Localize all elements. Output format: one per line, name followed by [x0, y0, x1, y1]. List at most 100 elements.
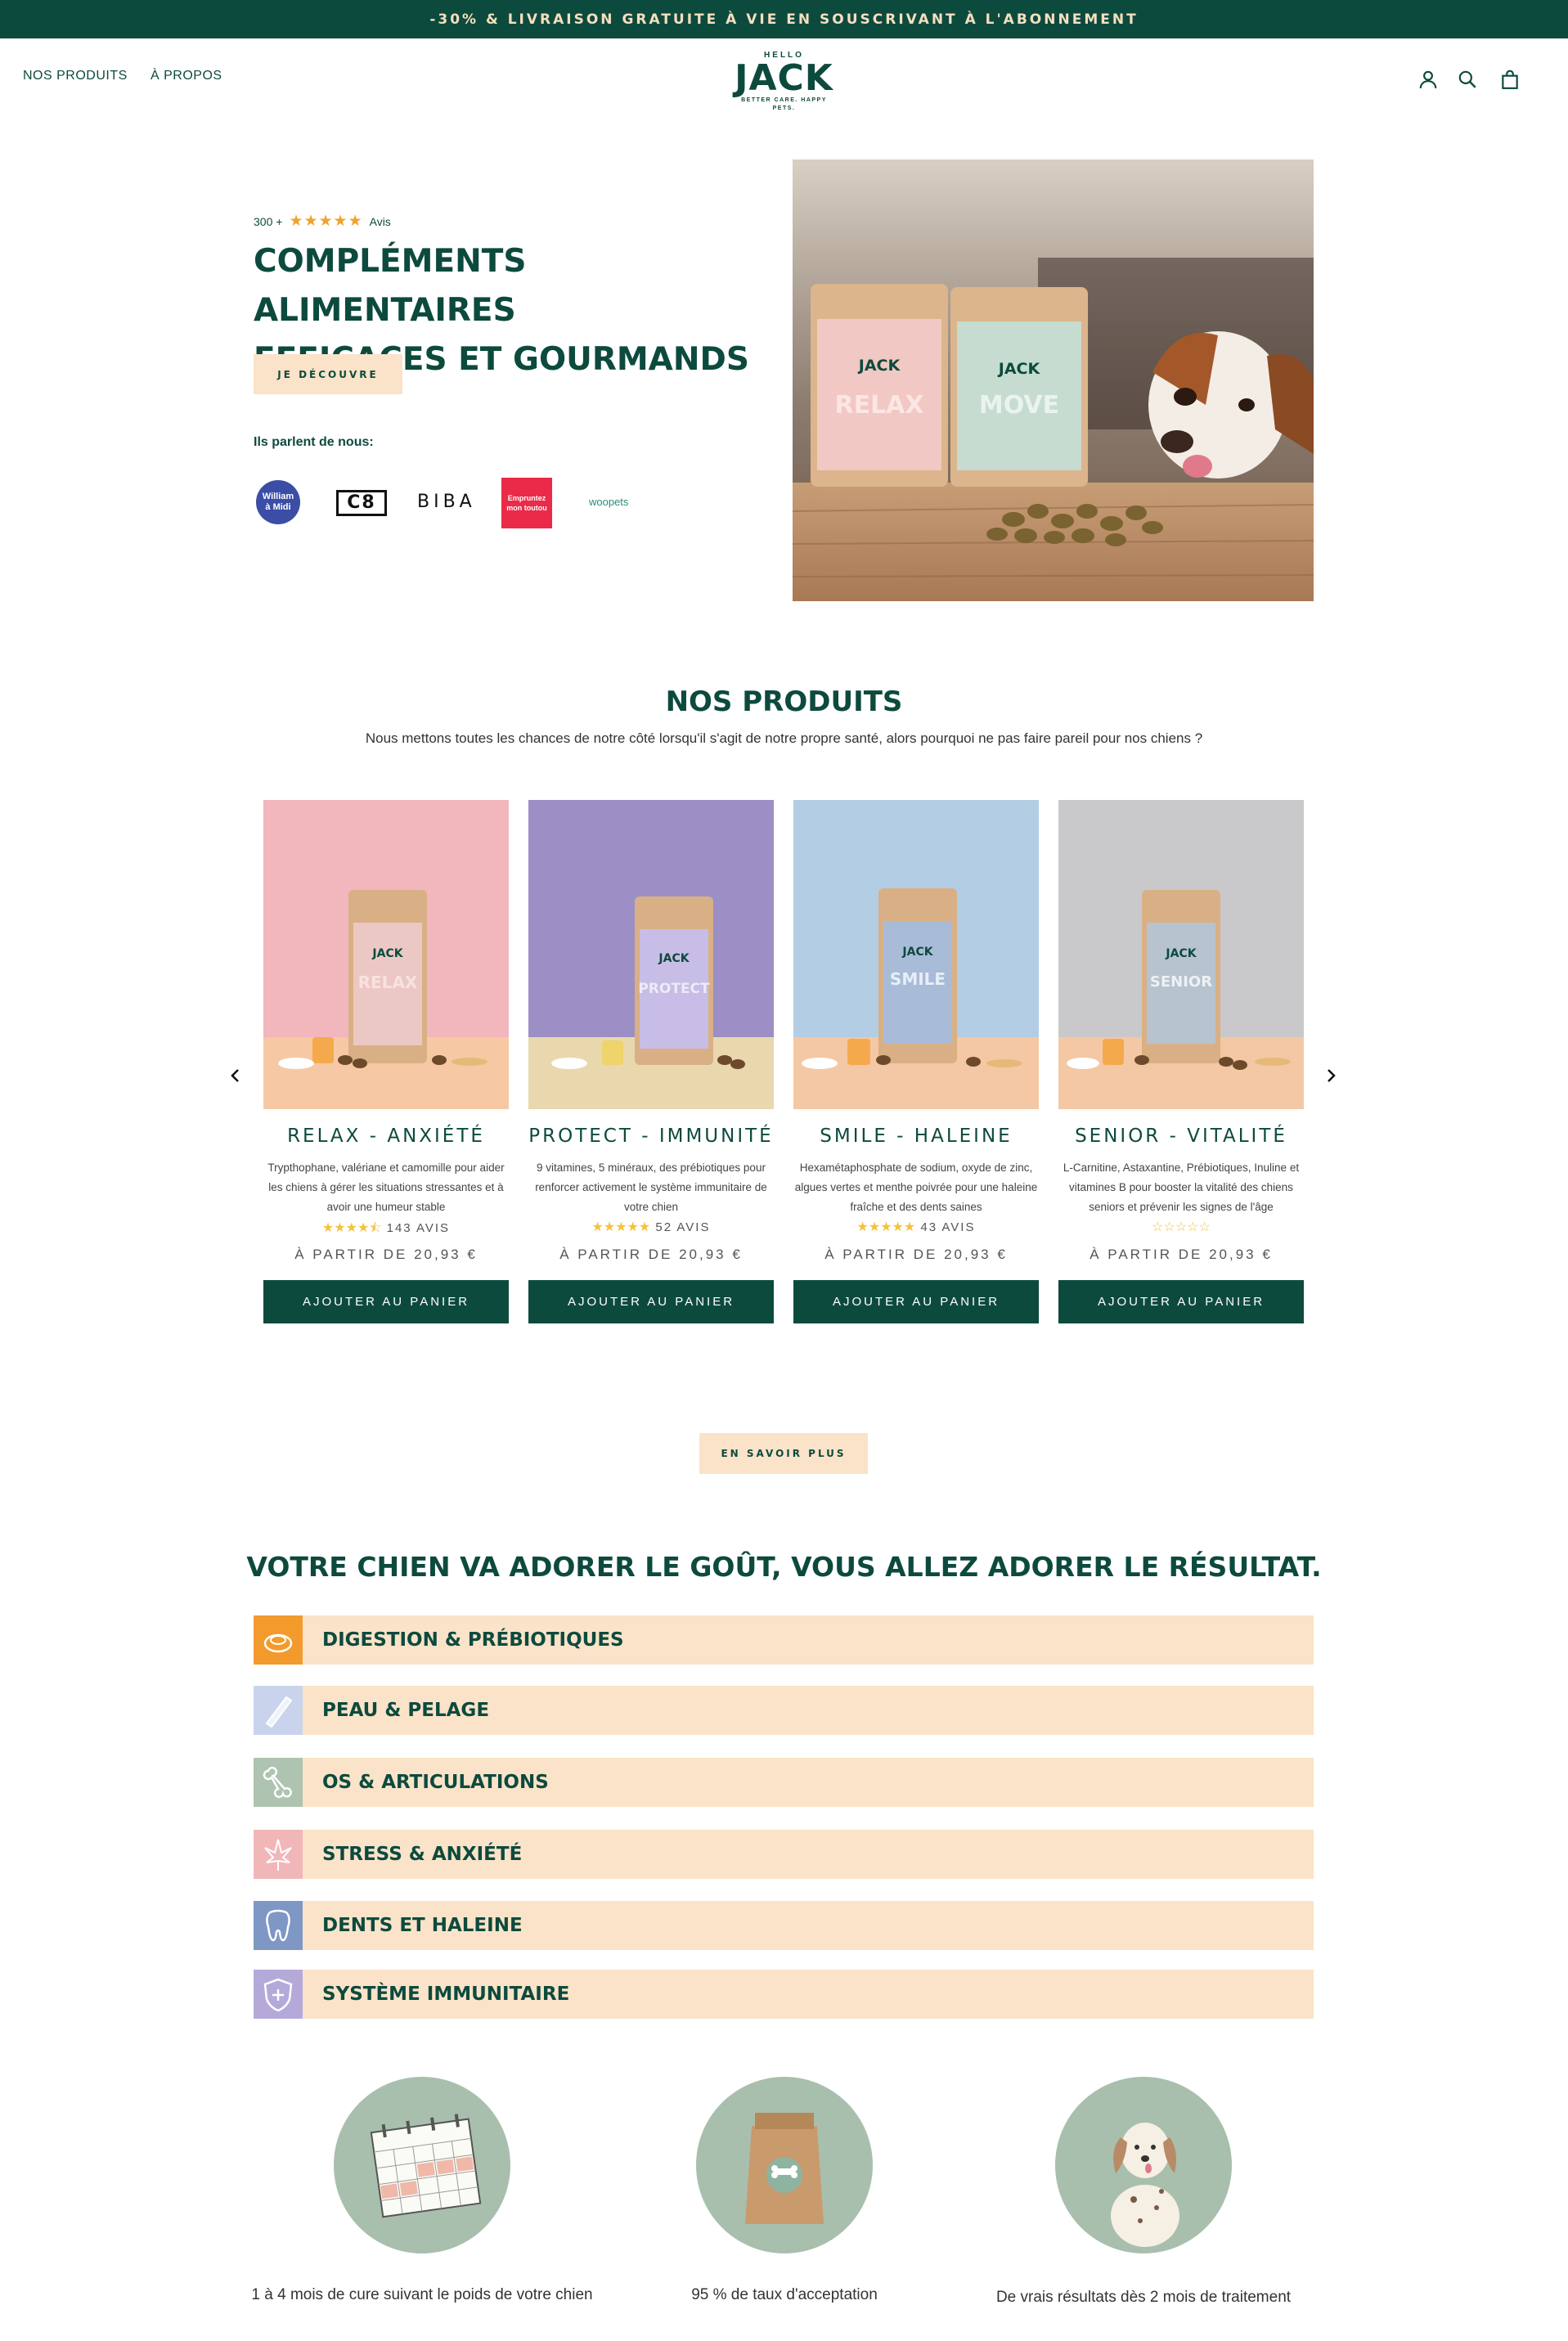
benefits-title: VOTRE CHIEN VA ADORER LE GOÛT, VOUS ALLE…: [246, 1551, 1322, 1583]
product-rating: ★★★★⯪ 143 AVIS: [263, 1219, 509, 1241]
benefit-label: DENTS ET HALEINE: [322, 1915, 523, 1936]
carousel-prev-arrow[interactable]: [227, 1066, 244, 1085]
add-to-cart-button[interactable]: AJOUTER AU PANIER: [528, 1280, 774, 1323]
product-image-protect[interactable]: JACK PROTECT: [528, 800, 774, 1109]
card3-pack-brand: JACK: [901, 946, 933, 959]
product-reviews: 52 AVIS: [655, 1220, 711, 1234]
hero-image: JACK RELAX JACK MOVE: [793, 160, 1314, 601]
product-stars: ★★★★★: [856, 1220, 916, 1234]
pack-brand-2: JACK: [997, 360, 1041, 378]
cart-icon[interactable]: [1499, 69, 1521, 90]
card2-pack-brand: JACK: [658, 952, 690, 965]
card4-pack-label: SENIOR: [1150, 973, 1212, 991]
benefit-label: DIGESTION & PRÉBIOTIQUES: [322, 1629, 624, 1651]
benefit-bones[interactable]: OS & ARTICULATIONS: [254, 1758, 1314, 1807]
press-logo-woopets[interactable]: woopets: [589, 496, 628, 508]
calendar-icon: [370, 2114, 482, 2218]
press-eg-line2: mon toutou: [506, 504, 547, 512]
product-rating: ☆☆☆☆☆: [1058, 1219, 1304, 1235]
product-image-senior[interactable]: JACK SENIOR: [1058, 800, 1304, 1109]
product-reviews: 43 AVIS: [920, 1220, 976, 1234]
learn-more-button[interactable]: EN SAVOIR PLUS: [699, 1433, 868, 1474]
add-to-cart-button[interactable]: AJOUTER AU PANIER: [1058, 1280, 1304, 1323]
stat-calendar-circle: [334, 2077, 510, 2253]
benefit-stress[interactable]: STRESS & ANXIÉTÉ: [254, 1830, 1314, 1879]
carousel-next-arrow[interactable]: [1323, 1066, 1339, 1085]
product-rating: ★★★★★ 52 AVIS: [528, 1219, 774, 1235]
pack-label-relax: RELAX: [834, 391, 923, 420]
product-card-senior[interactable]: JACK SENIOR SENIOR - VITALITÉ L-Carnitin…: [1058, 800, 1304, 1323]
dog-icon: [1111, 2123, 1179, 2247]
product-desc: Hexamétaphosphate de sodium, oxyde de zi…: [794, 1162, 1038, 1213]
bone-icon: [254, 1758, 303, 1807]
announcement-text: -30% & LIVRAISON GRATUITE À VIE EN SOUSC…: [429, 11, 1139, 28]
nav-about[interactable]: À PROPOS: [151, 69, 222, 83]
bag-icon: [745, 2113, 824, 2224]
logo-name: JACK: [735, 57, 833, 99]
tooth-icon: [254, 1901, 303, 1950]
product-price: À PARTIR DE 20,93 €: [824, 1247, 1008, 1262]
card4-pack-brand: JACK: [1165, 947, 1197, 960]
benefit-label: STRESS & ANXIÉTÉ: [322, 1844, 523, 1865]
product-price: À PARTIR DE 20,93 €: [559, 1247, 743, 1262]
product-name[interactable]: SMILE - HALEINE: [793, 1126, 1039, 1147]
product-name[interactable]: PROTECT - IMMUNITÉ: [528, 1126, 774, 1147]
stat-bag-circle: [696, 2077, 873, 2253]
product-price: À PARTIR DE 20,93 €: [294, 1247, 478, 1262]
benefit-label: PEAU & PELAGE: [322, 1700, 490, 1721]
product-card-smile[interactable]: JACK SMILE SMILE - HALEINE Hexamétaphosp…: [793, 800, 1039, 1323]
press-title: Ils parlent de nous:: [254, 435, 374, 449]
product-price: À PARTIR DE 20,93 €: [1090, 1247, 1273, 1262]
product-name[interactable]: RELAX - ANXIÉTÉ: [263, 1126, 509, 1147]
product-image-smile[interactable]: JACK SMILE: [793, 800, 1039, 1109]
products-subtitle: Nous mettons toutes les chances de notre…: [365, 730, 1203, 746]
product-reviews: 143 AVIS: [386, 1221, 451, 1235]
product-stars: ★★★★⯪: [321, 1221, 382, 1235]
benefit-label: SYSTÈME IMMUNITAIRE: [322, 1984, 570, 2005]
card3-pack-label: SMILE: [890, 969, 946, 989]
hero-photo: JACK RELAX JACK MOVE: [793, 160, 1314, 601]
press-wm-line1: William: [262, 492, 294, 501]
press-eg-line1: Empruntez: [507, 494, 546, 502]
add-to-cart-button[interactable]: AJOUTER AU PANIER: [793, 1280, 1039, 1323]
press-logo-empruntez[interactable]: Empruntez mon toutou: [501, 478, 552, 528]
product-stars: ★★★★★: [591, 1220, 651, 1234]
card2-pack-label: PROTECT: [638, 981, 710, 997]
product-desc: Trypthophane, valériane et camomille pou…: [267, 1162, 505, 1213]
card1-pack-label: RELAX: [358, 973, 418, 992]
hero-title-line1: COMPLÉMENTS ALIMENTAIRES: [254, 243, 527, 329]
announcement-bar: -30% & LIVRAISON GRATUITE À VIE EN SOUSC…: [0, 0, 1568, 38]
hero-rating: 300 + ★★★★★ Avis: [254, 212, 391, 231]
digestion-icon: [254, 1615, 303, 1665]
discover-button[interactable]: JE DÉCOUVRE: [254, 354, 402, 394]
shield-icon: [254, 1970, 303, 2019]
rating-label: Avis: [369, 214, 391, 228]
benefit-digestion[interactable]: DIGESTION & PRÉBIOTIQUES: [254, 1615, 1314, 1665]
product-desc: 9 vitamines, 5 minéraux, des prébiotique…: [535, 1162, 767, 1213]
stat-text-results: De vrais résultats dès 2 mois de traitem…: [995, 2289, 1292, 2306]
benefit-immunity[interactable]: SYSTÈME IMMUNITAIRE: [254, 1970, 1314, 2019]
products-title: NOS PRODUITS: [665, 685, 903, 718]
product-image-relax[interactable]: JACK RELAX: [263, 800, 509, 1109]
nav-products[interactable]: NOS PRODUITS: [23, 69, 128, 83]
product-card-relax[interactable]: JACK RELAX RELAX - ANXIÉTÉ Trypthophane,…: [263, 800, 509, 1323]
pack-label-move: MOVE: [979, 391, 1059, 420]
product-desc: L-Carnitine, Astaxantine, Prébiotiques, …: [1063, 1162, 1300, 1213]
press-logo-c8[interactable]: C8: [336, 490, 387, 516]
product-name[interactable]: SENIOR - VITALITÉ: [1058, 1126, 1304, 1147]
account-icon[interactable]: [1417, 69, 1439, 90]
press-logo-william-midi[interactable]: William à Midi: [256, 480, 300, 524]
leaf-icon: [254, 1830, 303, 1879]
search-icon[interactable]: [1457, 69, 1478, 90]
skin-icon: [254, 1686, 303, 1735]
press-wm-line2: à Midi: [265, 502, 291, 512]
add-to-cart-button[interactable]: AJOUTER AU PANIER: [263, 1280, 509, 1323]
product-stars: ☆☆☆☆☆: [1152, 1220, 1211, 1234]
product-card-protect[interactable]: JACK PROTECT PROTECT - IMMUNITÉ 9 vitami…: [528, 800, 774, 1323]
benefit-teeth[interactable]: DENTS ET HALEINE: [254, 1901, 1314, 1950]
press-logo-biba[interactable]: BIBA: [417, 492, 474, 512]
benefit-skin[interactable]: PEAU & PELAGE: [254, 1686, 1314, 1735]
stat-text-acceptance: 95 % de taux d'acceptation: [691, 2286, 878, 2303]
logo[interactable]: HELLO JACK BETTER CARE. HAPPY PETS.: [733, 51, 835, 111]
benefit-label: OS & ARTICULATIONS: [322, 1772, 549, 1793]
